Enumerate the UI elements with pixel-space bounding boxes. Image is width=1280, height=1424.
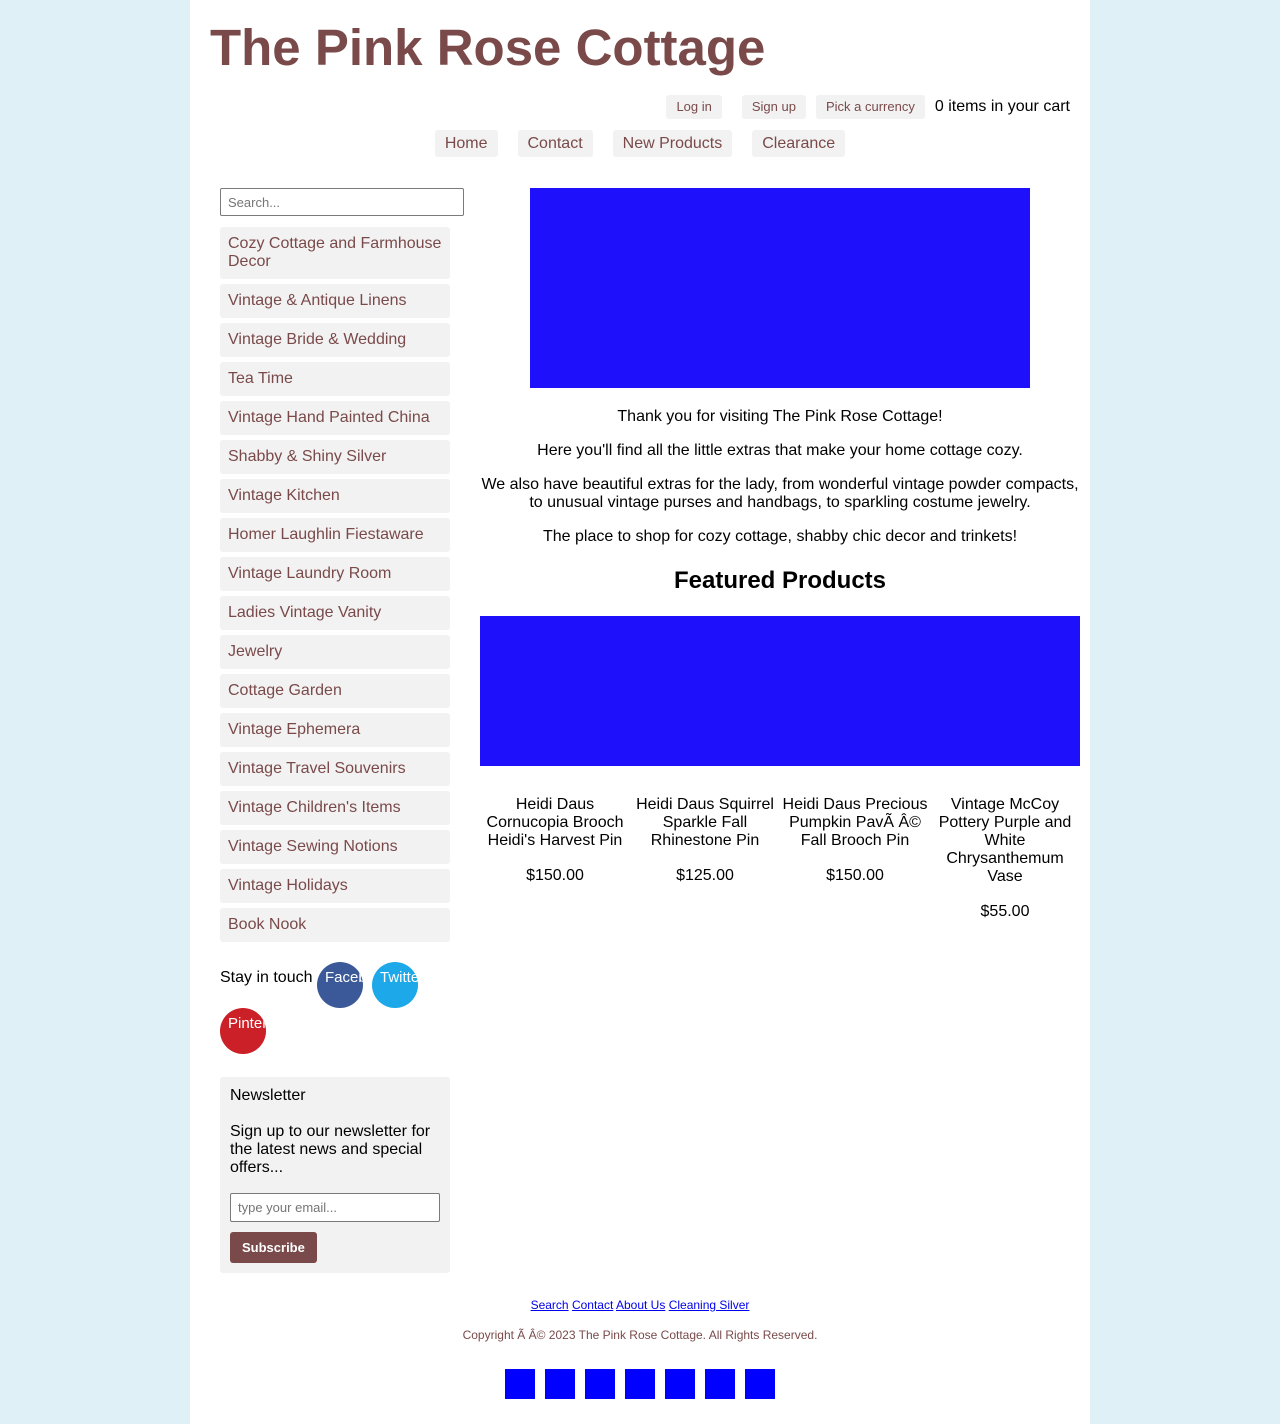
twitter-label: Twitter xyxy=(380,969,418,986)
twitter-icon[interactable]: Twitter xyxy=(372,962,418,1008)
top-bar: Log in Sign up Pick a currency 0 items i… xyxy=(666,95,1070,119)
intro-text: Thank you for visiting The Pink Rose Cot… xyxy=(480,408,1080,546)
product-card[interactable]: Heidi Daus Precious Pumpkin PavÃ Â© Fall… xyxy=(780,796,930,921)
facebook-label: Facebook xyxy=(325,969,363,986)
stay-in-touch-label: Stay in touch xyxy=(220,969,313,986)
currency-button[interactable]: Pick a currency xyxy=(815,95,925,119)
newsletter-text: Sign up to our newsletter for the latest… xyxy=(230,1123,431,1176)
payment-icon xyxy=(745,1369,775,1399)
category-hand-painted-china[interactable]: Vintage Hand Painted China xyxy=(220,401,450,435)
product-card[interactable]: Vintage McCoy Pottery Purple and White C… xyxy=(930,796,1080,921)
category-fiestaware[interactable]: Homer Laughlin Fiestaware xyxy=(220,518,450,552)
payment-icon xyxy=(505,1369,535,1399)
nav-new-products[interactable]: New Products xyxy=(612,130,733,157)
category-bride-wedding[interactable]: Vintage Bride & Wedding xyxy=(220,323,450,357)
category-sewing-notions[interactable]: Vintage Sewing Notions xyxy=(220,830,450,864)
payment-icon xyxy=(545,1369,575,1399)
product-card[interactable]: Heidi Daus Squirrel Sparkle Fall Rhinest… xyxy=(630,796,780,921)
footer-link-contact[interactable]: Contact xyxy=(572,1298,613,1312)
newsletter-box: Newsletter Sign up to our newsletter for… xyxy=(220,1077,450,1273)
pinterest-label: Pinterest xyxy=(228,1015,266,1032)
category-cozy-cottage[interactable]: Cozy Cottage and Farmhouse Decor xyxy=(220,227,450,279)
intro-p1: Thank you for visiting The Pink Rose Cot… xyxy=(617,408,943,425)
category-holidays[interactable]: Vintage Holidays xyxy=(220,869,450,903)
main-content: Thank you for visiting The Pink Rose Cot… xyxy=(480,188,1080,921)
subscribe-button[interactable]: Subscribe xyxy=(230,1232,317,1263)
payment-icons xyxy=(190,1369,1090,1399)
featured-title: Featured Products xyxy=(673,567,887,594)
intro-p3: We also have beautiful extras for the la… xyxy=(481,476,1079,511)
product-price: $150.00 xyxy=(526,867,584,884)
hero-banner-image xyxy=(530,188,1030,388)
nav-home[interactable]: Home xyxy=(434,130,498,157)
main-nav: Home Contact New Products Clearance xyxy=(190,130,1090,157)
product-name[interactable]: Heidi Daus Squirrel Sparkle Fall Rhinest… xyxy=(630,796,780,850)
category-silver[interactable]: Shabby & Shiny Silver xyxy=(220,440,450,474)
category-ephemera[interactable]: Vintage Ephemera xyxy=(220,713,450,747)
newsletter-email-input[interactable] xyxy=(230,1193,440,1222)
category-travel-souvenirs[interactable]: Vintage Travel Souvenirs xyxy=(220,752,450,786)
category-jewelry[interactable]: Jewelry xyxy=(220,635,450,669)
category-laundry-room[interactable]: Vintage Laundry Room xyxy=(220,557,450,591)
newsletter-title: Newsletter xyxy=(230,1087,306,1104)
signup-button[interactable]: Sign up xyxy=(741,95,806,119)
footer-link-about-us[interactable]: About Us xyxy=(616,1298,665,1312)
page: The Pink Rose Cottage Log in Sign up Pic… xyxy=(190,0,1090,1424)
cart-summary[interactable]: 0 items in your cart xyxy=(935,98,1070,116)
site-title[interactable]: The Pink Rose Cottage xyxy=(210,18,765,78)
nav-contact[interactable]: Contact xyxy=(517,130,593,157)
footer-links: Search Contact About Us Cleaning Silver xyxy=(190,1298,1090,1312)
category-linens[interactable]: Vintage & Antique Linens xyxy=(220,284,450,318)
category-childrens-items[interactable]: Vintage Children's Items xyxy=(220,791,450,825)
product-name[interactable]: Vintage McCoy Pottery Purple and White C… xyxy=(930,796,1080,886)
category-tea-time[interactable]: Tea Time xyxy=(220,362,450,396)
payment-icon xyxy=(585,1369,615,1399)
footer-link-cleaning-silver[interactable]: Cleaning Silver xyxy=(669,1298,750,1312)
payment-icon xyxy=(665,1369,695,1399)
category-kitchen[interactable]: Vintage Kitchen xyxy=(220,479,450,513)
footer-link-search[interactable]: Search xyxy=(531,1298,569,1312)
product-grid: Heidi Daus Cornucopia Brooch Heidi's Har… xyxy=(480,796,1080,921)
product-name[interactable]: Heidi Daus Cornucopia Brooch Heidi's Har… xyxy=(480,796,630,850)
pinterest-icon[interactable]: Pinterest xyxy=(220,1008,266,1054)
category-book-nook[interactable]: Book Nook xyxy=(220,908,450,942)
featured-banner-image[interactable] xyxy=(480,616,1080,766)
login-button[interactable]: Log in xyxy=(666,95,722,119)
category-vanity[interactable]: Ladies Vintage Vanity xyxy=(220,596,450,630)
product-name[interactable]: Heidi Daus Precious Pumpkin PavÃ Â© Fall… xyxy=(780,796,930,850)
stay-in-touch: Stay in touch Facebook Twitter Pinterest xyxy=(220,962,450,1057)
intro-p4: The place to shop for cozy cottage, shab… xyxy=(542,528,1018,545)
sidebar: Cozy Cottage and Farmhouse Decor Vintage… xyxy=(220,188,464,1273)
search-input[interactable] xyxy=(220,188,464,216)
intro-p2: Here you'll find all the little extras t… xyxy=(537,442,1023,459)
payment-icon xyxy=(625,1369,655,1399)
copyright: Copyright Ã Â© 2023 The Pink Rose Cottag… xyxy=(462,1328,818,1342)
product-price: $125.00 xyxy=(676,867,734,884)
product-price: $150.00 xyxy=(826,867,884,884)
product-card[interactable]: Heidi Daus Cornucopia Brooch Heidi's Har… xyxy=(480,796,630,921)
category-cottage-garden[interactable]: Cottage Garden xyxy=(220,674,450,708)
product-price: $55.00 xyxy=(980,903,1030,920)
facebook-icon[interactable]: Facebook xyxy=(317,962,363,1008)
nav-clearance[interactable]: Clearance xyxy=(752,130,846,157)
payment-icon xyxy=(705,1369,735,1399)
